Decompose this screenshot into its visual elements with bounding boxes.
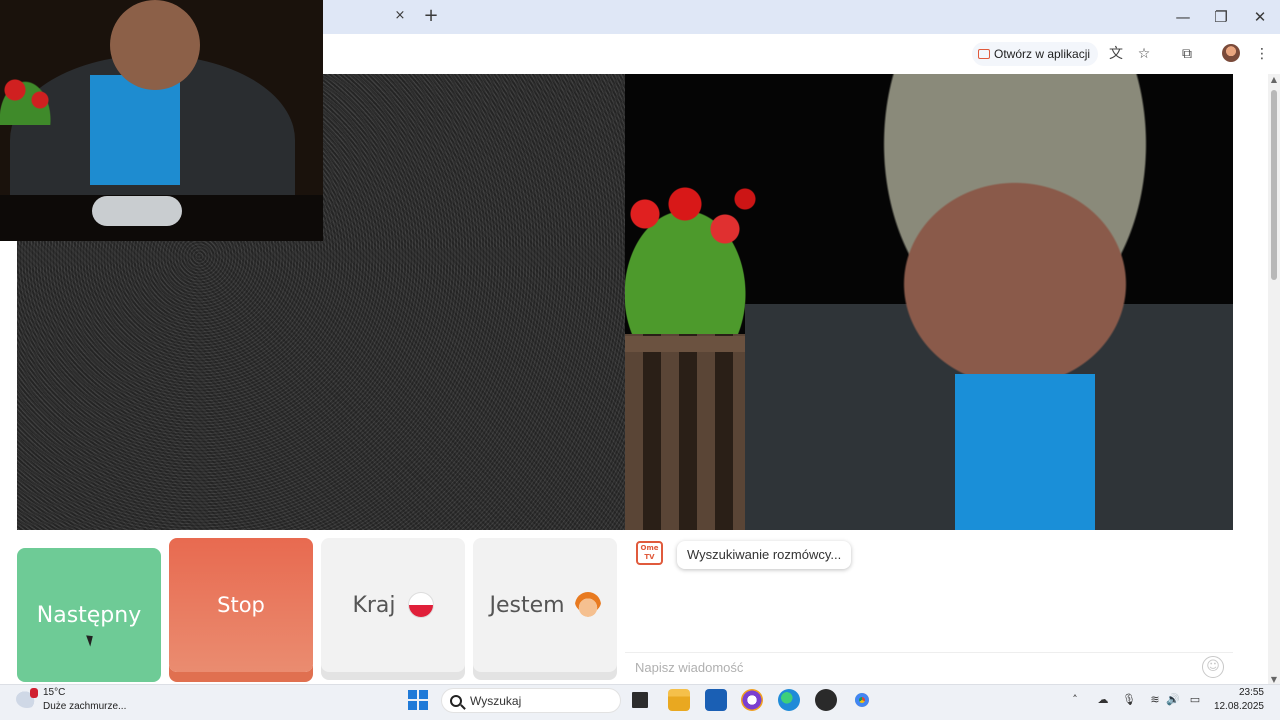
open-in-app-button[interactable]: Otwórz w aplikacji xyxy=(972,42,1099,66)
weather-description[interactable]: Duże zachmurze... xyxy=(43,701,126,712)
scrollbar-thumb[interactable] xyxy=(1271,90,1277,280)
taskbar-search[interactable]: Wyszukaj xyxy=(441,688,621,713)
pip-person-face xyxy=(110,0,200,90)
windows-start-icon[interactable] xyxy=(408,690,428,710)
flowers-image xyxy=(625,184,765,334)
next-button[interactable]: Następny xyxy=(17,548,161,682)
country-button-label: Kraj xyxy=(352,592,396,618)
browser-menu-icon[interactable]: ⋮ xyxy=(1251,43,1273,65)
stop-button-label: Stop xyxy=(217,593,265,617)
volume-icon[interactable]: 🔊 xyxy=(1166,693,1180,707)
open-in-app-label: Otwórz w aplikacji xyxy=(994,47,1091,61)
stop-button[interactable]: Stop xyxy=(169,538,313,672)
person-emoji-icon xyxy=(574,592,601,618)
clock-time[interactable]: 23:55 xyxy=(1232,687,1264,698)
profile-avatar[interactable] xyxy=(1222,44,1240,62)
pip-shirt xyxy=(90,75,180,185)
battery-icon[interactable]: ▭ xyxy=(1188,693,1202,707)
new-tab-button[interactable]: + xyxy=(422,6,440,26)
microphone-icon[interactable]: 🎙 xyxy=(1122,693,1136,707)
weather-temperature[interactable]: 15°C xyxy=(43,687,65,698)
window-minimize-button[interactable]: — xyxy=(1172,6,1194,28)
pip-mouse xyxy=(92,196,182,226)
window-restore-button[interactable]: ❐ xyxy=(1210,6,1232,28)
wifi-icon[interactable]: ≋ xyxy=(1148,693,1162,707)
gender-button[interactable]: Jestem xyxy=(473,538,617,672)
scroll-down-arrow-icon[interactable]: ▼ xyxy=(1270,676,1278,684)
scroll-up-arrow-icon[interactable]: ▲ xyxy=(1270,76,1278,84)
gender-button-label: Jestem xyxy=(489,592,565,618)
file-explorer-icon[interactable] xyxy=(668,689,690,711)
picture-in-picture-video[interactable] xyxy=(0,0,323,241)
translate-icon[interactable]: 文 xyxy=(1105,43,1127,65)
edge-browser-icon[interactable] xyxy=(778,689,800,711)
clock-date[interactable]: 12.08.2025 xyxy=(1212,701,1264,712)
onedrive-cloud-icon[interactable]: ☁ xyxy=(1096,693,1110,707)
puzzle-icon[interactable]: ⧉ xyxy=(1176,43,1198,65)
chat-message-input[interactable] xyxy=(625,652,1233,682)
chrome-browser-icon[interactable] xyxy=(851,689,873,711)
ometv-logo: Ome TV xyxy=(636,541,663,565)
country-button[interactable]: Kraj xyxy=(321,538,465,672)
microsoft-store-icon[interactable] xyxy=(705,689,727,711)
task-view-icon[interactable] xyxy=(629,689,651,711)
tab-close-button[interactable]: × xyxy=(392,8,408,24)
own-camera-video xyxy=(625,74,1233,530)
search-icon xyxy=(450,694,462,707)
shirt-image xyxy=(925,374,1125,530)
next-button-label: Następny xyxy=(36,602,142,628)
app-window-icon xyxy=(978,49,990,59)
pip-flowers xyxy=(0,75,55,125)
poland-flag-icon xyxy=(407,592,434,618)
bookmark-star-icon[interactable]: ☆ xyxy=(1133,43,1155,65)
obs-icon[interactable] xyxy=(815,689,837,711)
chat-status-message: Wyszukiwanie rozmówcy... xyxy=(677,541,852,569)
app-circle-icon[interactable] xyxy=(741,689,763,711)
window-close-button[interactable]: ✕ xyxy=(1249,6,1271,28)
weather-alert-icon xyxy=(30,688,38,698)
emoji-picker-icon[interactable]: ☺ xyxy=(1202,656,1224,678)
tray-overflow-chevron-icon[interactable]: ˄ xyxy=(1068,693,1082,707)
taskbar-search-label: Wyszukaj xyxy=(470,693,522,708)
